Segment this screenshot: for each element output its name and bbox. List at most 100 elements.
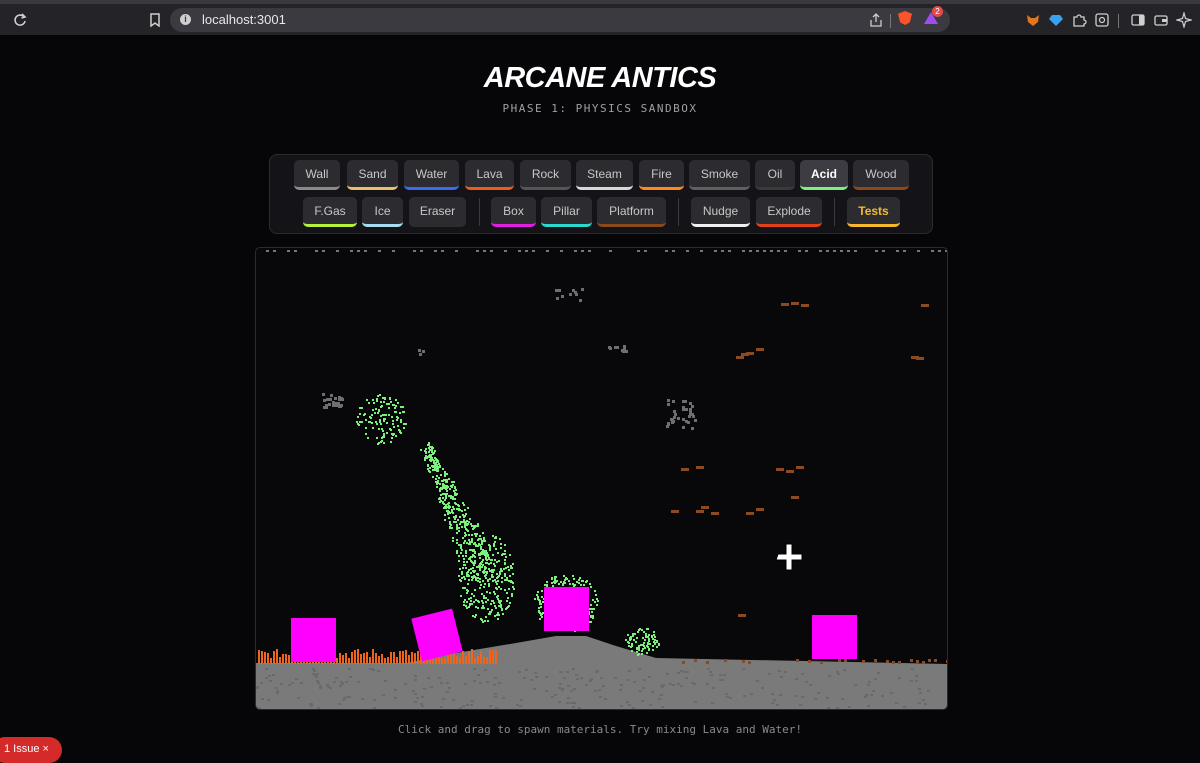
rock-speckle bbox=[267, 699, 270, 701]
acid-particle bbox=[438, 498, 440, 500]
tool-lava-button[interactable]: Lava bbox=[465, 160, 514, 190]
instructions-text: Click and drag to spawn materials. Try m… bbox=[398, 723, 802, 736]
acid-particle bbox=[461, 526, 463, 528]
tool-water-button[interactable]: Water bbox=[404, 160, 459, 190]
tool-ice-button[interactable]: Ice bbox=[362, 197, 403, 227]
acid-particle bbox=[451, 527, 453, 529]
address-bar[interactable]: i localhost:3001 bbox=[170, 8, 950, 32]
smoke-particle bbox=[323, 399, 326, 402]
rock-speckle bbox=[867, 705, 870, 707]
acid-particle bbox=[469, 518, 471, 520]
smoke-particle bbox=[341, 398, 344, 401]
acid-particle bbox=[400, 421, 402, 423]
acid-particle bbox=[641, 653, 643, 655]
top-particle bbox=[798, 250, 801, 252]
wood-particle bbox=[808, 660, 811, 663]
acid-particle bbox=[389, 428, 391, 430]
top-particle bbox=[294, 250, 297, 252]
acid-particle bbox=[465, 550, 467, 552]
tool-nudge-button[interactable]: Nudge bbox=[691, 197, 750, 227]
rock-speckle bbox=[518, 671, 521, 673]
puzzle-extensions-icon[interactable] bbox=[1071, 12, 1087, 28]
smoke-particle bbox=[608, 346, 611, 349]
tool-acid-button[interactable]: Acid bbox=[800, 160, 848, 190]
share-icon[interactable] bbox=[870, 13, 882, 32]
smoke-particle bbox=[666, 425, 669, 428]
tool-fgas-button[interactable]: F.Gas bbox=[303, 197, 357, 227]
rock-speckle bbox=[519, 705, 522, 707]
acid-particle bbox=[383, 434, 385, 436]
bookmark-icon[interactable] bbox=[145, 10, 165, 30]
site-info-icon[interactable]: i bbox=[180, 14, 191, 25]
lava-particle bbox=[456, 656, 458, 664]
tool-box-button[interactable]: Box bbox=[491, 197, 536, 227]
rock-speckle bbox=[525, 669, 528, 671]
smoke-particle bbox=[330, 394, 333, 397]
acid-particle bbox=[463, 576, 465, 578]
acid-particle bbox=[484, 540, 486, 542]
rock-speckle bbox=[498, 682, 501, 684]
acid-particle bbox=[484, 583, 486, 585]
tool-oil-button[interactable]: Oil bbox=[755, 160, 795, 190]
acid-particle bbox=[459, 509, 461, 511]
tool-tests-button[interactable]: Tests bbox=[847, 197, 900, 227]
rock-speckle bbox=[903, 706, 906, 708]
simulation-layer[interactable] bbox=[256, 248, 948, 710]
crosshair-cursor-icon bbox=[775, 543, 803, 571]
rock-speckle bbox=[874, 678, 877, 680]
rock-speckle bbox=[575, 674, 578, 676]
acid-particle bbox=[486, 571, 488, 573]
acid-particle bbox=[506, 579, 508, 581]
acid-particle bbox=[433, 461, 435, 463]
acid-particle bbox=[467, 583, 469, 585]
acid-particle bbox=[551, 577, 553, 579]
rock-speckle bbox=[280, 683, 283, 685]
acid-particle bbox=[483, 595, 485, 597]
leo-ai-icon[interactable] bbox=[1174, 10, 1194, 30]
acid-particle bbox=[400, 419, 402, 421]
acid-particle bbox=[383, 420, 385, 422]
acid-particle bbox=[470, 572, 472, 574]
acid-particle bbox=[465, 605, 467, 607]
fox-extension-icon[interactable] bbox=[1025, 12, 1041, 28]
tool-platform-button[interactable]: Platform bbox=[597, 197, 666, 227]
physics-sandbox-canvas[interactable] bbox=[255, 247, 948, 710]
acid-particle bbox=[440, 474, 442, 476]
tool-rock-button[interactable]: Rock bbox=[520, 160, 571, 190]
tool-wall-button[interactable]: Wall bbox=[294, 160, 340, 190]
rock-speckle bbox=[416, 697, 419, 699]
rock-speckle bbox=[427, 677, 430, 679]
gem-extension-icon[interactable] bbox=[1048, 12, 1064, 28]
rock-speckle bbox=[261, 698, 264, 700]
tool-sand-button[interactable]: Sand bbox=[347, 160, 398, 190]
tool-steam-button[interactable]: Steam bbox=[576, 160, 633, 190]
tool-pillar-button[interactable]: Pillar bbox=[541, 197, 592, 227]
rock-speckle bbox=[371, 668, 374, 670]
tool-explode-button[interactable]: Explode bbox=[756, 197, 822, 227]
issues-badge[interactable]: 1 Issue × bbox=[0, 737, 62, 763]
smoke-particle bbox=[569, 293, 572, 296]
acid-particle bbox=[497, 595, 499, 597]
sidebar-icon[interactable] bbox=[1130, 12, 1146, 28]
lava-particle bbox=[417, 651, 419, 664]
acid-particle bbox=[449, 506, 451, 508]
acid-particle bbox=[474, 576, 476, 578]
acid-particle bbox=[470, 600, 472, 602]
screenshot-icon[interactable] bbox=[1094, 12, 1110, 28]
rock-speckle bbox=[877, 672, 880, 674]
tool-eraser-button[interactable]: Eraser bbox=[409, 197, 466, 227]
rock-speckle bbox=[723, 674, 726, 676]
wood-particle bbox=[916, 357, 924, 360]
tool-wood-button[interactable]: Wood bbox=[853, 160, 909, 190]
acid-particle bbox=[382, 397, 384, 399]
acid-particle bbox=[479, 569, 481, 571]
lava-particle bbox=[399, 651, 401, 664]
acid-particle bbox=[361, 407, 363, 409]
acid-particle bbox=[471, 525, 473, 527]
rock-speckle bbox=[494, 693, 497, 695]
wallet-icon[interactable] bbox=[1153, 12, 1169, 28]
tool-fire-button[interactable]: Fire bbox=[639, 160, 684, 190]
reload-icon[interactable] bbox=[10, 10, 30, 30]
acid-particle bbox=[436, 486, 438, 488]
tool-smoke-button[interactable]: Smoke bbox=[689, 160, 750, 190]
